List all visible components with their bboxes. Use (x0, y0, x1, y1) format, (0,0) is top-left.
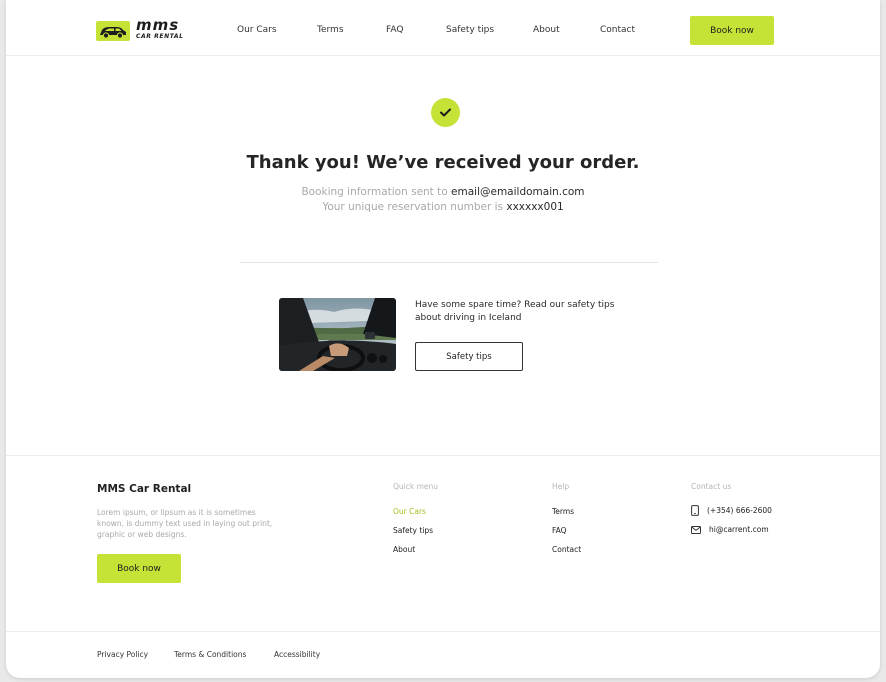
reservation-number: xxxxxx001 (506, 201, 564, 213)
page-frame: mms CAR RENTAL Our Cars Terms FAQ Safety… (6, 0, 880, 678)
nav-our-cars[interactable]: Our Cars (237, 25, 277, 35)
footer-divider (6, 455, 880, 456)
book-now-button[interactable]: Book now (690, 16, 774, 45)
footer-link-terms[interactable]: Terms (552, 507, 574, 516)
booking-info-line: Booking information sent to email@emaild… (6, 186, 880, 198)
footer-bottom-divider (6, 631, 880, 632)
booking-info-prefix: Booking information sent to (301, 186, 452, 198)
nav-terms[interactable]: Terms (317, 25, 344, 35)
footer-brand: MMS Car Rental (97, 483, 192, 495)
site-header: mms CAR RENTAL Our Cars Terms FAQ Safety… (6, 0, 880, 56)
nav-contact[interactable]: Contact (600, 25, 635, 35)
contact-email-row[interactable]: hi@carrent.com (691, 525, 769, 534)
logo-subtitle: CAR RENTAL (136, 33, 184, 40)
nav-about[interactable]: About (533, 25, 560, 35)
footer-description: Lorem ipsum, or lipsum as it is sometime… (97, 508, 273, 539)
footer-book-now-button[interactable]: Book now (97, 554, 181, 583)
footer-link-faq[interactable]: FAQ (552, 526, 567, 535)
success-check-icon (431, 98, 460, 127)
checkmark-icon (440, 108, 451, 117)
safety-tips-button[interactable]: Safety tips (415, 342, 523, 371)
nav-safety-tips[interactable]: Safety tips (446, 25, 494, 35)
nav-faq[interactable]: FAQ (386, 25, 403, 35)
mail-icon (691, 525, 701, 534)
reservation-info-line: Your unique reservation number is xxxxxx… (6, 201, 880, 213)
footer-link-contact[interactable]: Contact (552, 545, 581, 554)
logo[interactable]: mms CAR RENTAL (96, 16, 186, 43)
contact-phone: (+354) 666-2600 (707, 506, 772, 515)
footer-link-safety-tips[interactable]: Safety tips (393, 526, 433, 535)
footer-link-our-cars[interactable]: Our Cars (393, 507, 426, 516)
reservation-prefix: Your unique reservation number is (322, 201, 507, 213)
phone-icon (691, 505, 699, 516)
promo-text: Have some spare time? Read our safety ti… (415, 300, 615, 323)
logo-wordmark: mms (136, 16, 180, 34)
page-title: Thank you! We’ve received your order. (246, 152, 640, 173)
contact-title: Contact us (691, 482, 732, 491)
quick-menu-title: Quick menu (393, 482, 439, 491)
car-logo-icon (96, 21, 130, 41)
help-title: Help (552, 482, 570, 491)
terms-conditions-link[interactable]: Terms & Conditions (174, 650, 246, 659)
section-divider (240, 262, 658, 263)
accessibility-link[interactable]: Accessibility (274, 650, 320, 659)
privacy-policy-link[interactable]: Privacy Policy (97, 650, 148, 659)
booking-email: email@emaildomain.com (451, 186, 585, 198)
contact-phone-row[interactable]: (+354) 666-2600 (691, 505, 772, 516)
footer-link-about[interactable]: About (393, 545, 415, 554)
contact-email: hi@carrent.com (709, 525, 769, 534)
driving-photo (279, 298, 396, 371)
